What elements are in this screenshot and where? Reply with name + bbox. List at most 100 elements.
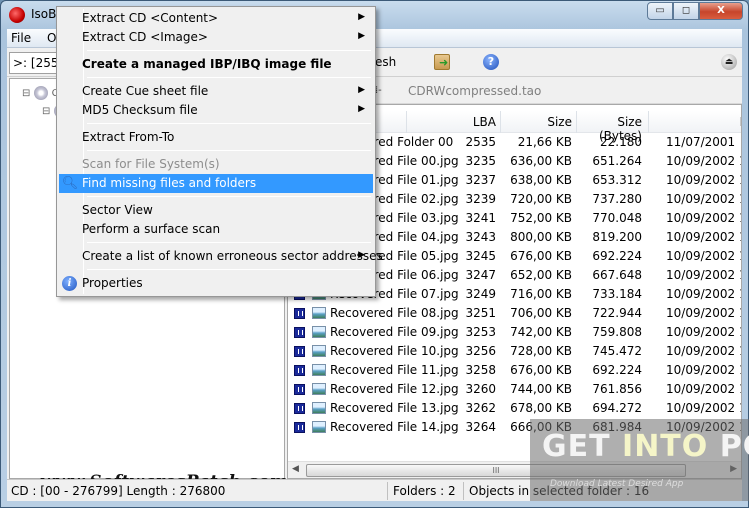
table-row[interactable]: Recovered File 09.jpg 3253 742,00 KB 759.80… <box>288 323 741 342</box>
column-lba[interactable]: LBA <box>458 115 496 129</box>
cell-size-bytes: 761.856 <box>592 382 642 396</box>
window-controls: ▭ ◻ X <box>647 2 743 20</box>
menu-separator <box>87 269 371 270</box>
file-status-icon <box>294 422 305 433</box>
menu-separator <box>87 77 371 78</box>
menu-item-create-a-managed-ibp-ibq-image-file[interactable]: Create a managed IBP/IBQ image file <box>59 55 373 74</box>
menu-file[interactable]: File <box>11 31 31 45</box>
cell-modified: 10/09/2002 1 <box>666 306 742 320</box>
cell-lba: 3256 <box>465 344 496 358</box>
status-divider <box>387 482 388 500</box>
cell-size: 652,00 KB <box>510 268 572 282</box>
cell-lba: 3237 <box>465 173 496 187</box>
cell-modified: 10/09/2002 1 <box>666 325 742 339</box>
minimize-button[interactable]: ▭ <box>647 2 673 20</box>
menu-separator <box>87 123 371 124</box>
app-logo-icon <box>9 7 25 23</box>
cell-modified: 10/09/2002 1 <box>666 230 742 244</box>
cell-lba: 3264 <box>465 420 496 434</box>
file-status-icon <box>294 327 305 338</box>
menu-separator <box>87 150 371 151</box>
table-row[interactable]: Recovered File 13.jpg 3262 678,00 KB 694.27… <box>288 399 741 418</box>
status-folders: Folders : 2 <box>393 484 456 498</box>
submenu-arrow-icon: ▶ <box>358 85 365 95</box>
table-row[interactable]: Recovered File 11.jpg 3258 676,00 KB 692.22… <box>288 361 741 380</box>
cell-lba: 3262 <box>465 401 496 415</box>
column-modified[interactable]: M <box>728 115 741 129</box>
table-row[interactable]: Recovered File 12.jpg 3260 744,00 KB 761.85… <box>288 380 741 399</box>
menu-item-md5-checksum-file[interactable]: MD5 Checksum file ▶ <box>59 101 373 120</box>
cell-size: 728,00 KB <box>510 344 572 358</box>
submenu-arrow-icon: ▶ <box>358 12 365 22</box>
cell-size-bytes: 651.264 <box>592 154 642 168</box>
menu-separator <box>87 196 371 197</box>
menu-item-create-cue-sheet-file[interactable]: Create Cue sheet file ▶ <box>59 82 373 101</box>
column-divider[interactable] <box>576 111 577 133</box>
magnifier-icon: 🔍︎ <box>61 176 79 191</box>
cell-size-bytes: 819.200 <box>592 230 642 244</box>
menu-item-find-missing-files-and-folders[interactable]: 🔍︎ Find missing files and folders <box>59 174 373 193</box>
cell-lba: 3260 <box>465 382 496 396</box>
cell-size: 676,00 KB <box>510 249 572 263</box>
column-size[interactable]: Size <box>508 115 572 129</box>
disc-icon <box>34 86 49 100</box>
cell-modified: 10/09/2002 1 <box>666 249 742 263</box>
submenu-arrow-icon: ▶ <box>358 104 365 114</box>
close-button[interactable]: X <box>699 2 743 20</box>
menu-item-extract-cd-content[interactable]: Extract CD <Content> ▶ <box>59 9 373 28</box>
cell-modified: 10/09/2002 1 <box>666 344 742 358</box>
cell-lba: 3243 <box>465 230 496 244</box>
column-divider[interactable] <box>500 111 501 133</box>
menu-item-label: Extract CD <Image> <box>82 30 208 44</box>
cell-size-bytes: 759.808 <box>592 325 642 339</box>
cell-modified: 10/09/2002 1 <box>666 382 742 396</box>
cell-lba: 3249 <box>465 287 496 301</box>
cell-modified: 10/09/2002 1 <box>666 211 742 225</box>
menu-item-extract-cd-image[interactable]: Extract CD <Image> ▶ <box>59 28 373 47</box>
watermark-getintopc: GET INTO PC Download Latest Desired App <box>530 419 749 501</box>
cell-size-bytes: 694.272 <box>592 401 642 415</box>
cell-modified: 10/09/2002 1 <box>666 363 742 377</box>
cell-name: Recovered File 08.jpg <box>330 306 459 320</box>
eject-icon[interactable]: ⏏ <box>721 54 737 70</box>
image-file-icon <box>312 364 326 376</box>
cell-size-bytes: 770.048 <box>592 211 642 225</box>
menu-item-label: Extract CD <Content> <box>82 11 219 25</box>
cell-lba: 3245 <box>465 249 496 263</box>
image-file-icon <box>312 307 326 319</box>
maximize-button[interactable]: ◻ <box>673 2 699 20</box>
file-status-icon <box>294 308 305 319</box>
column-divider[interactable] <box>406 111 407 133</box>
image-file-name: CDRWcompressed.tao <box>408 84 542 98</box>
menu-item-sector-view[interactable]: Sector View <box>59 201 373 220</box>
cell-modified: 10/09/2002 1 <box>666 192 742 206</box>
menu-item-create-a-list-of-known-erroneous-sector-addresses[interactable]: Create a list of known erroneous sector … <box>59 247 383 266</box>
status-range: CD : [00 - 276799] Length : 276800 <box>11 484 226 498</box>
cell-size: 742,00 KB <box>510 325 572 339</box>
export-icon[interactable] <box>434 54 450 70</box>
menu-item-properties[interactable]: i Properties <box>59 274 373 293</box>
menu-item-extract-from-to[interactable]: Extract From-To <box>59 128 373 147</box>
file-status-icon <box>294 365 305 376</box>
menu-item-scan-for-file-system-s: Scan for File System(s) <box>59 155 373 174</box>
cell-name: Recovered File 10.jpg <box>330 344 459 358</box>
track-icon: ⁞- <box>375 85 382 96</box>
image-file-icon <box>312 402 326 414</box>
cell-lba: 3251 <box>465 306 496 320</box>
menu-item-label: MD5 Checksum file <box>82 103 198 117</box>
file-status-icon <box>294 346 305 357</box>
scroll-left-arrow[interactable]: ◀ <box>292 464 299 474</box>
menu-item-label: Create a managed IBP/IBQ image file <box>82 57 332 71</box>
cell-size: 21,66 KB <box>517 135 572 149</box>
table-row[interactable]: Recovered File 08.jpg 3251 706,00 KB 722.94… <box>288 304 741 323</box>
status-divider <box>463 482 464 500</box>
column-divider[interactable] <box>648 111 649 133</box>
menu-item-perform-a-surface-scan[interactable]: Perform a surface scan <box>59 220 373 239</box>
cell-lba: 3253 <box>465 325 496 339</box>
submenu-arrow-icon: ▶ <box>358 250 365 260</box>
menu-item-label: Perform a surface scan <box>82 222 221 236</box>
refresh-button[interactable]: esh <box>375 55 396 69</box>
help-icon[interactable]: ? <box>483 54 499 70</box>
cell-size-bytes: 653.312 <box>592 173 642 187</box>
table-row[interactable]: Recovered File 10.jpg 3256 728,00 KB 745.47… <box>288 342 741 361</box>
